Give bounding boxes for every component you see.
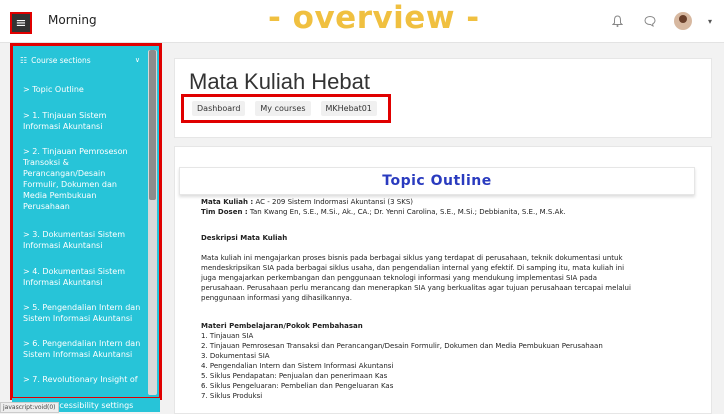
- accessibility-label: Accessibility settings: [49, 400, 134, 410]
- materials-item: 5. Siklus Pendapatan: Penjualan dan pene…: [201, 372, 388, 380]
- materials-item: 6. Siklus Pengeluaran: Pembelian dan Pen…: [201, 382, 394, 390]
- section-heading-bar: Topic Outline: [179, 167, 695, 195]
- page-title: Mata Kuliah Hebat: [189, 69, 370, 94]
- course-value: AC - 209 Sistem Indormasi Akuntansi (3 S…: [253, 198, 414, 206]
- status-bar-url: javascript:void(0): [0, 402, 59, 413]
- description-heading: Deskripsi Mata Kuliah: [201, 234, 288, 242]
- materials-item: 2. Tinjauan Pemrosesan Transaksi dan Per…: [201, 342, 603, 350]
- materials-item: 4. Pengendalian Intern dan Sistem Inform…: [201, 362, 394, 370]
- materials-item: 3. Dokumentasi SIA: [201, 352, 270, 360]
- sidebar-item-section-7[interactable]: > 7. Revolutionary Insight of: [13, 374, 156, 385]
- breadcrumb-my-courses[interactable]: My courses: [255, 101, 311, 116]
- sidebar-item-section-6[interactable]: > 6. Pengendalian Intern dan Sistem Info…: [13, 338, 159, 360]
- course-index-sidebar: ☷ Course sections ∨ > Topic Outline > 1.…: [10, 43, 162, 400]
- description-line: penggunaan informasi yang dihasilkannya.: [201, 294, 352, 302]
- lecturers-value: Tan Kwang En, S.E., M.Si., Ak., CA.; Dr.…: [247, 208, 566, 216]
- site-name[interactable]: Morning: [48, 13, 97, 27]
- course-header-card: Mata Kuliah Hebat Dashboard My courses M…: [174, 58, 712, 138]
- materials-heading: Materi Pembelajaran/Pokok Pembahasan: [201, 322, 363, 330]
- chat-bubble-icon[interactable]: [642, 13, 658, 29]
- materials-item: 7. Siklus Produksi: [201, 392, 263, 400]
- description-line: mendeskripsikan SIA pada berbagai siklus…: [201, 264, 625, 272]
- user-avatar[interactable]: [673, 12, 692, 30]
- overlay-caption: - overview -: [268, 0, 480, 36]
- chevron-down-icon[interactable]: ∨: [135, 56, 140, 64]
- sidebar-scrollbar[interactable]: [148, 50, 157, 395]
- course-sections-label: Course sections: [31, 55, 91, 65]
- description-line: juga mengajarkan perkembangan dan penggu…: [201, 274, 598, 282]
- breadcrumb-course[interactable]: MKHebat01: [320, 101, 377, 116]
- lecturers-line: Tim Dosen : Tan Kwang En, S.E., M.Si., A…: [201, 207, 566, 217]
- breadcrumb: Dashboard My courses MKHebat01: [181, 94, 391, 123]
- course-info-line: Mata Kuliah : AC - 209 Sistem Indormasi …: [201, 197, 413, 207]
- topic-outline-card: Topic Outline Mata Kuliah : AC - 209 Sis…: [174, 146, 712, 414]
- bell-icon[interactable]: [610, 13, 626, 29]
- sidebar-item-section-4[interactable]: > 4. Dokumentasi Sistem Informasi Akunta…: [13, 266, 159, 288]
- sidebar-item-section-5[interactable]: > 5. Pengendalian Intern dan Sistem Info…: [13, 302, 159, 324]
- course-sections-header[interactable]: ☷ Course sections ∨: [13, 46, 159, 74]
- menu-toggle-button[interactable]: ≡: [10, 12, 32, 34]
- chevron-down-icon[interactable]: ▾: [708, 17, 712, 26]
- scrollbar-thumb[interactable]: [149, 50, 156, 200]
- materials-item: 1. Tinjauan SIA: [201, 332, 254, 340]
- top-navbar: ≡ Morning - overview - ▾: [0, 0, 724, 43]
- lecturers-label: Tim Dosen :: [201, 208, 248, 216]
- sidebar-item-section-3[interactable]: > 3. Dokumentasi Sistem Informasi Akunta…: [13, 229, 159, 251]
- list-icon: ☷: [20, 55, 28, 65]
- hamburger-icon: ≡: [15, 15, 27, 31]
- section-heading: Topic Outline: [382, 173, 492, 189]
- description-line: Mata kuliah ini mengajarkan proses bisni…: [201, 254, 623, 262]
- description-line: perusahaan. Perusahaan perlu merancang d…: [201, 284, 631, 292]
- sidebar-item-section-2[interactable]: > 2. Tinjauan Pemroseson Transoksi & Per…: [13, 146, 159, 212]
- user-menu-area: ▾: [610, 12, 712, 30]
- breadcrumb-dashboard[interactable]: Dashboard: [192, 101, 246, 116]
- sidebar-item-topic-outline[interactable]: > Topic Outline: [13, 84, 102, 95]
- sidebar-item-section-1[interactable]: > 1. Tinjauan Sistem Informasi Akuntansi: [13, 110, 159, 132]
- course-label: Mata Kuliah :: [201, 198, 254, 206]
